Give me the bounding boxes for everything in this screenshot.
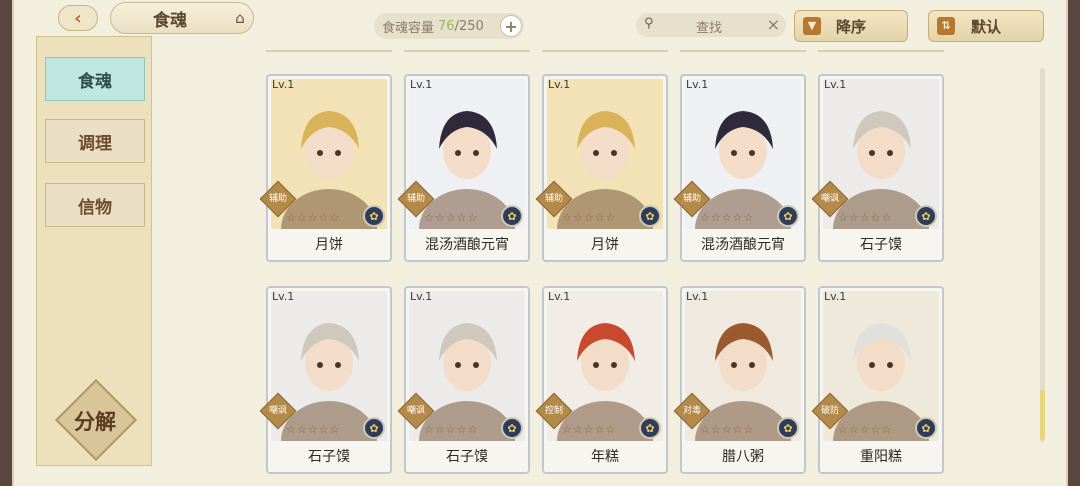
capacity-display: 食魂容量 76 /250 +: [374, 13, 524, 39]
card-level: Lv.1: [548, 78, 571, 91]
element-badge-icon: ✿: [639, 417, 661, 439]
card-level: Lv.1: [824, 290, 847, 303]
card-role: 嘲讽: [820, 194, 839, 204]
scrollbar-thumb[interactable]: [1040, 390, 1045, 440]
card-name: 石子馍: [446, 449, 488, 465]
sidebar-item-label: 调理: [78, 133, 112, 154]
card-level: Lv.1: [410, 78, 433, 91]
card-name: 混汤酒酿元宵: [425, 237, 509, 253]
search-input[interactable]: ⚲ 查找 ×: [636, 13, 786, 37]
element-badge-icon: ✿: [915, 417, 937, 439]
card-name: 月饼: [591, 237, 619, 253]
food-soul-card[interactable]: Lv.1 辅助 ☆☆☆☆☆ ✿ 月饼: [535, 74, 668, 262]
element-badge-icon: ✿: [777, 205, 799, 227]
sort-mode-button[interactable]: ⇅ 默认: [928, 10, 1044, 42]
card-level: Lv.1: [410, 290, 433, 303]
sidebar-item-token[interactable]: 信物: [45, 183, 145, 227]
food-soul-card[interactable]: Lv.1 辅助 ☆☆☆☆☆ ✿ 月饼: [259, 74, 392, 262]
rarity-icons: ☆☆☆☆☆: [562, 423, 617, 436]
food-soul-card[interactable]: Lv.1 辅助 ☆☆☆☆☆ ✿ 混汤酒酿元宵: [397, 74, 530, 262]
rarity-icons: ☆☆☆☆☆: [286, 211, 341, 224]
capacity-max: /250: [454, 18, 484, 34]
sidebar-item-label: 食魂: [78, 71, 112, 92]
card-role: 嘲讽: [268, 406, 287, 416]
sort-order-button[interactable]: ▼ 降序: [794, 10, 908, 42]
card-level: Lv.1: [272, 290, 295, 303]
rarity-icons: ☆☆☆☆☆: [424, 211, 479, 224]
card-name: 石子馍: [308, 449, 350, 465]
element-badge-icon: ✿: [501, 417, 523, 439]
search-icon: ⚲: [644, 16, 654, 31]
card-name: 混汤酒酿元宵: [701, 237, 785, 253]
back-arrow-icon: ‹: [74, 7, 82, 29]
element-badge-icon: ✿: [639, 205, 661, 227]
card-level: Lv.1: [548, 290, 571, 303]
search-placeholder: 查找: [696, 21, 723, 36]
rarity-icons: ☆☆☆☆☆: [424, 423, 479, 436]
card-level: Lv.1: [272, 78, 295, 91]
card-role: 辅助: [268, 194, 287, 204]
decompose-button[interactable]: 分解: [51, 378, 139, 462]
card-role: 对毒: [682, 406, 701, 416]
sort-mode-label: 默认: [970, 17, 1001, 36]
decompose-label: 分解: [74, 409, 116, 434]
sidebar: 食魂 调理 信物 分解: [36, 36, 152, 466]
element-badge-icon: ✿: [363, 417, 385, 439]
sidebar-item-label: 信物: [78, 197, 112, 218]
clear-search-icon[interactable]: ×: [767, 15, 780, 34]
card-role: 辅助: [682, 194, 701, 204]
top-bar: ‹ 食魂 ⌂ 食魂容量 76 /250 + ⚲ 查找 × ▼ 降序 ⇅ 默认: [14, 0, 1066, 48]
main-frame: ‹ 食魂 ⌂ 食魂容量 76 /250 + ⚲ 查找 × ▼ 降序 ⇅ 默认 食…: [12, 0, 1068, 486]
rarity-icons: ☆☆☆☆☆: [838, 211, 893, 224]
back-button[interactable]: ‹: [58, 5, 98, 31]
food-soul-card[interactable]: Lv.1 嘲讽 ☆☆☆☆☆ ✿ 石子馍: [397, 286, 530, 474]
card-role: 控制: [544, 406, 563, 416]
card-level: Lv.1: [686, 290, 709, 303]
scrollbar-track[interactable]: [1040, 68, 1045, 442]
element-badge-icon: ✿: [915, 205, 937, 227]
card-level: Lv.1: [824, 78, 847, 91]
divider-line: [266, 50, 956, 52]
food-soul-card[interactable]: Lv.1 辅助 ☆☆☆☆☆ ✿ 混汤酒酿元宵: [673, 74, 806, 262]
food-soul-card[interactable]: Lv.1 嘲讽 ☆☆☆☆☆ ✿ 石子馍: [259, 286, 392, 474]
sort-down-icon: ▼: [803, 17, 821, 35]
food-soul-card[interactable]: Lv.1 破防 ☆☆☆☆☆ ✿ 重阳糕: [811, 286, 944, 474]
card-level: Lv.1: [686, 78, 709, 91]
element-badge-icon: ✿: [777, 417, 799, 439]
card-role: 辅助: [406, 194, 425, 204]
rarity-icons: ☆☆☆☆☆: [286, 423, 341, 436]
capacity-label: 食魂容量: [382, 20, 435, 36]
rarity-icons: ☆☆☆☆☆: [562, 211, 617, 224]
card-role: 嘲讽: [406, 406, 425, 416]
sort-mode-icon: ⇅: [937, 17, 955, 35]
sort-order-label: 降序: [835, 17, 866, 36]
card-role: 破防: [820, 406, 839, 416]
food-soul-card[interactable]: Lv.1 控制 ☆☆☆☆☆ ✿ 年糕: [535, 286, 668, 474]
card-name: 重阳糕: [860, 449, 902, 465]
element-badge-icon: ✿: [363, 205, 385, 227]
card-name: 腊八粥: [722, 449, 764, 465]
rarity-icons: ☆☆☆☆☆: [700, 211, 755, 224]
sidebar-item-conditioning[interactable]: 调理: [45, 119, 145, 163]
add-capacity-button[interactable]: +: [500, 15, 522, 37]
food-soul-card[interactable]: Lv.1 嘲讽 ☆☆☆☆☆ ✿ 石子馍: [811, 74, 944, 262]
element-badge-icon: ✿: [501, 205, 523, 227]
card-name: 石子馍: [860, 237, 902, 253]
rarity-icons: ☆☆☆☆☆: [838, 423, 893, 436]
home-icon[interactable]: ⌂: [230, 10, 250, 26]
rarity-icons: ☆☆☆☆☆: [700, 423, 755, 436]
card-name: 月饼: [315, 237, 343, 253]
card-role: 辅助: [544, 194, 563, 204]
capacity-current: 76: [438, 18, 455, 34]
sidebar-item-food-soul[interactable]: 食魂: [45, 57, 145, 101]
card-name: 年糕: [591, 449, 619, 465]
food-soul-card[interactable]: Lv.1 对毒 ☆☆☆☆☆ ✿ 腊八粥: [673, 286, 806, 474]
